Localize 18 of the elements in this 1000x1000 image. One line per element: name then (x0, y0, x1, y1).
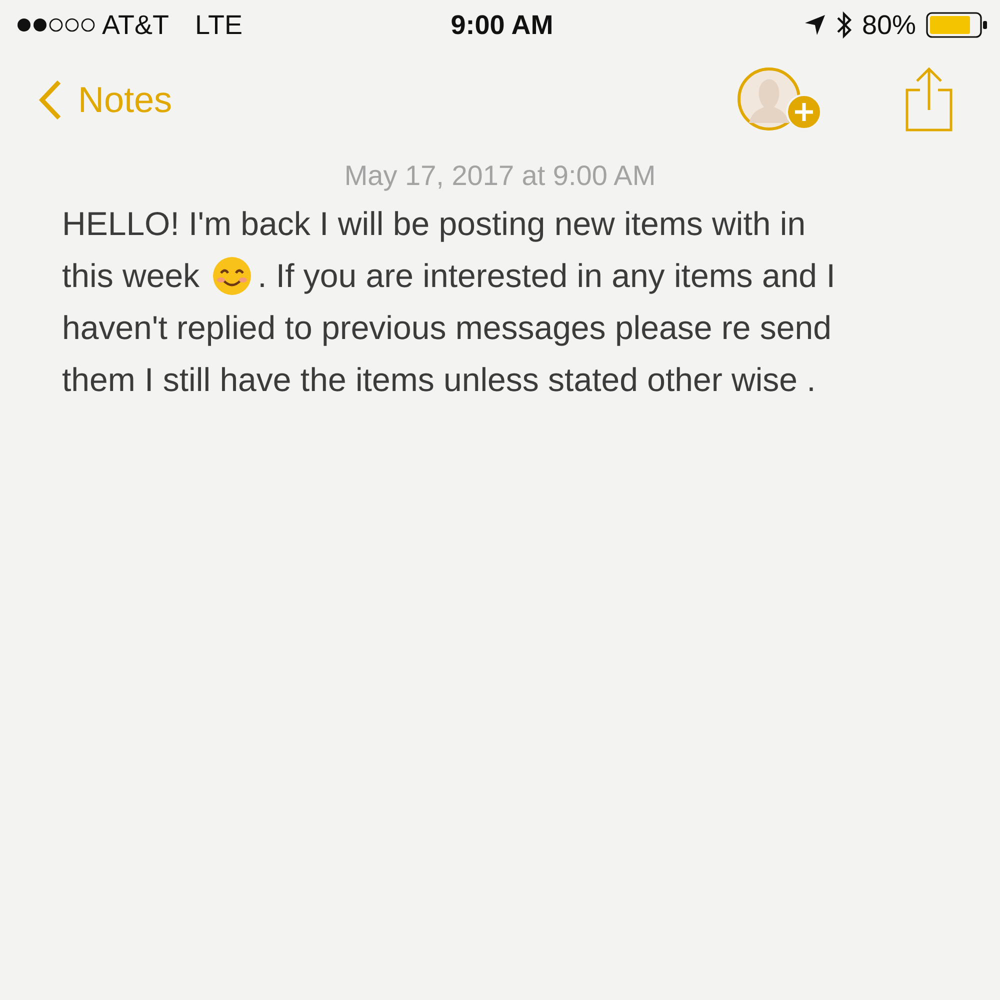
note-text: HELLO! I'm back I will be posting new items with in (62, 204, 806, 244)
clock-time: 9:00 AM (450, 10, 554, 40)
smiling-face-icon (212, 256, 252, 296)
location-arrow-icon (804, 14, 826, 36)
carrier-name: AT&T (102, 10, 169, 40)
network-type: LTE (195, 10, 243, 40)
back-chevron-icon (38, 79, 62, 121)
back-button[interactable]: Notes (38, 79, 172, 121)
note-text: this week (62, 256, 200, 296)
bluetooth-icon (836, 11, 852, 39)
note-text: . If you are interested in any items and I (258, 256, 836, 296)
battery-icon (926, 12, 988, 38)
share-icon[interactable] (904, 66, 954, 134)
signal-icon (16, 17, 96, 33)
note-text: them I still have the items unless stated other wise . (62, 360, 816, 400)
note-text: haven't replied to previous messages please re send (62, 308, 832, 348)
note-date: May 17, 2017 at 9:00 AM (343, 160, 657, 192)
battery-percent: 80% (862, 10, 916, 40)
